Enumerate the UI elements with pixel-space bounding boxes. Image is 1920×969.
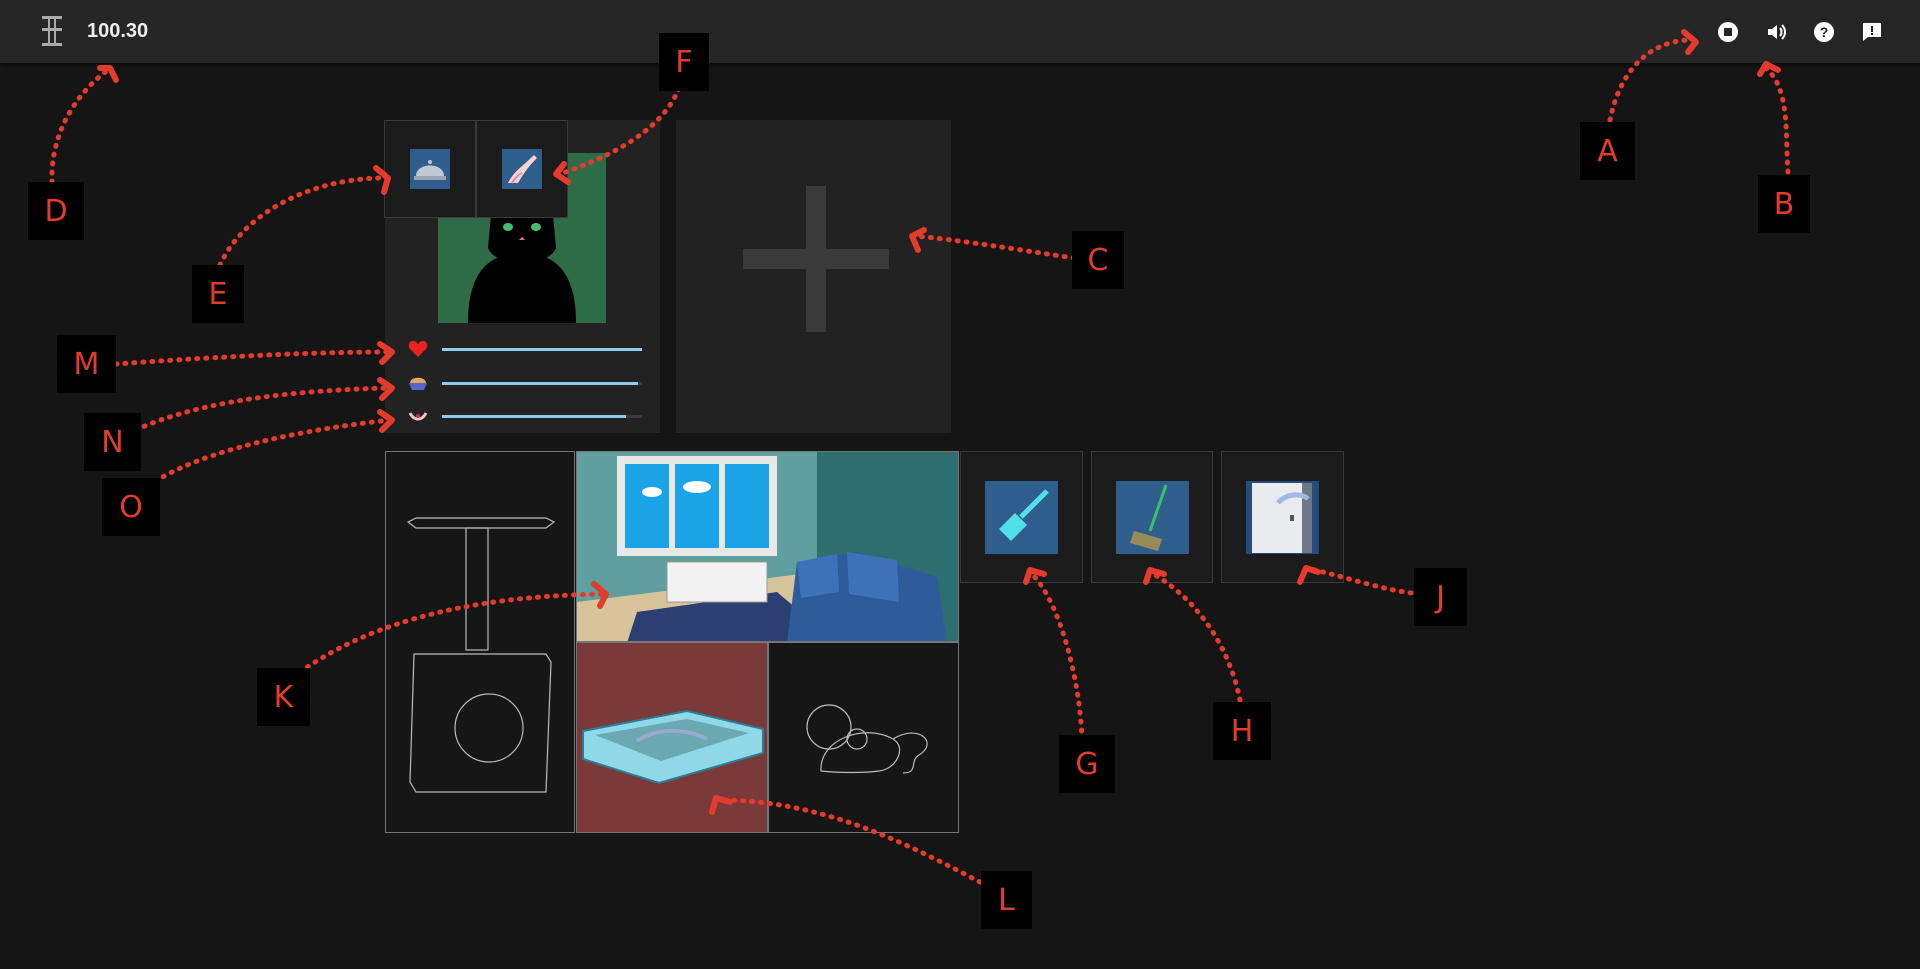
scoop-icon: [985, 480, 1058, 554]
callout-f: F: [659, 33, 709, 91]
mouth-icon: [408, 412, 428, 421]
feedback-icon: [1863, 23, 1881, 41]
hunger-stat: [408, 371, 648, 395]
callout-o: O: [102, 478, 160, 536]
door-icon: [1246, 480, 1319, 554]
door-button[interactable]: [1221, 451, 1344, 583]
scoop-button[interactable]: [960, 451, 1083, 583]
callout-j: J: [1414, 568, 1467, 626]
health-stat: [408, 337, 648, 361]
sound-button[interactable]: [1764, 20, 1788, 44]
hunger-bar: [442, 382, 642, 385]
callout-c: C: [1072, 231, 1124, 289]
callout-h: H: [1213, 702, 1271, 760]
toy-mouse-room[interactable]: [768, 642, 959, 833]
help-icon: ?: [1814, 22, 1834, 42]
cat-tree-logo-icon: [42, 16, 62, 46]
petting-hand-icon: [502, 149, 542, 189]
money-balance: 100.30: [87, 20, 149, 42]
callout-e: E: [192, 265, 244, 323]
callout-m: M: [57, 335, 116, 393]
stop-button[interactable]: [1716, 20, 1740, 44]
callout-k: K: [257, 668, 310, 726]
stop-icon: [1718, 22, 1738, 42]
callout-b: B: [1758, 175, 1810, 233]
speaker-icon: [1768, 24, 1786, 40]
litter-box-room[interactable]: [576, 642, 768, 833]
feedback-button[interactable]: [1860, 20, 1884, 44]
svg-text:?: ?: [1820, 24, 1829, 40]
callout-l: L: [981, 871, 1032, 929]
living-room[interactable]: [576, 451, 959, 642]
food-bowl-icon: [409, 377, 427, 390]
callout-g: G: [1059, 735, 1115, 793]
heart-icon: [408, 340, 428, 357]
pet-button[interactable]: [476, 120, 568, 218]
help-button[interactable]: ?: [1812, 20, 1836, 44]
plus-icon: [743, 186, 889, 332]
callout-d: D: [28, 182, 84, 240]
happiness-stat: [408, 404, 648, 428]
toy-mouse-icon: [806, 704, 928, 774]
cat-tree-icon: [406, 517, 556, 793]
litter-box-icon: [582, 709, 764, 785]
happiness-bar: [442, 415, 642, 418]
callout-n: N: [84, 413, 141, 471]
living-room-icon: [577, 452, 958, 641]
top-bar: 100.30 ?: [0, 0, 1920, 63]
feed-button[interactable]: [384, 120, 476, 218]
cat-tree-room[interactable]: [385, 451, 575, 833]
callout-a: A: [1580, 122, 1635, 180]
broom-button[interactable]: [1091, 451, 1213, 583]
add-cat-slot[interactable]: [676, 120, 951, 433]
food-bowl-icon: [410, 149, 450, 189]
broom-icon: [1115, 480, 1189, 554]
health-bar: [442, 348, 642, 351]
